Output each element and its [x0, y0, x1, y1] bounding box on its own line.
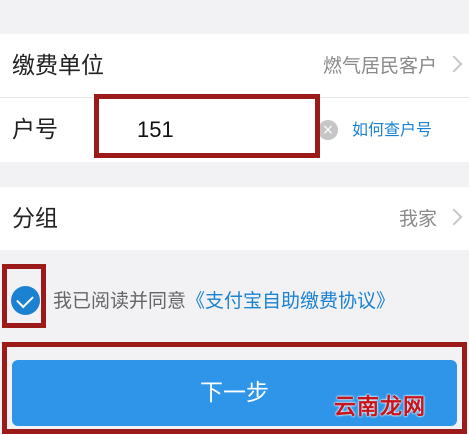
highlight-box-account: [94, 94, 320, 158]
group-card: 分组 我家: [0, 187, 469, 250]
agreement-text: 我已阅读并同意《支付宝自助缴费协议》: [53, 284, 395, 318]
account-number-label: 户号: [12, 117, 58, 143]
group-label: 分组: [12, 206, 58, 232]
agreement-prefix: 我已阅读并同意: [53, 290, 187, 312]
how-to-find-account-link[interactable]: 如何查户号: [352, 98, 432, 162]
payment-unit-value: 燃气居民客户: [322, 55, 437, 77]
top-spacer: [0, 0, 469, 34]
clear-icon[interactable]: ×: [318, 120, 338, 140]
group-value: 我家: [398, 208, 437, 230]
highlight-box-checkbox: [2, 264, 46, 328]
payment-unit-label: 缴费单位: [12, 53, 104, 79]
chevron-right-icon: [445, 208, 463, 226]
payment-unit-row[interactable]: 缴费单位 燃气居民客户: [0, 34, 469, 98]
agreement-link[interactable]: 《支付宝自助缴费协议》: [186, 290, 395, 312]
group-row[interactable]: 分组 我家: [0, 187, 469, 250]
chevron-right-icon: [445, 55, 463, 73]
blurred-region: [212, 52, 272, 80]
watermark: 云南龙网: [334, 395, 427, 420]
